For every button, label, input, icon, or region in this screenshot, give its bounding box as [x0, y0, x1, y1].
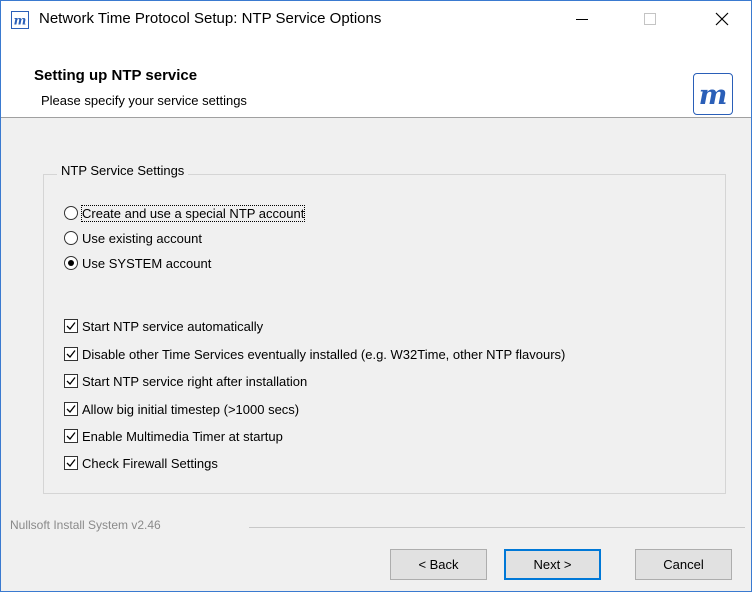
page-title: Setting up NTP service — [34, 67, 198, 84]
radio-label: Use existing account — [82, 230, 202, 246]
checkmark-icon — [66, 405, 76, 413]
checkbox-label: Start NTP service right after installati… — [82, 373, 308, 389]
checkbox[interactable] — [64, 402, 78, 416]
maximize-button — [627, 1, 673, 37]
checkmark-icon — [66, 377, 76, 385]
checkmark-icon — [66, 459, 76, 467]
svg-text:m: m — [14, 14, 27, 28]
checkbox[interactable] — [64, 456, 78, 470]
radio-existing-account[interactable]: Use existing account — [64, 228, 202, 248]
maximize-icon — [644, 13, 656, 25]
installer-brand: Nullsoft Install System v2.46 — [10, 518, 161, 532]
logo-icon: m — [693, 73, 733, 115]
group-legend: NTP Service Settings — [57, 163, 189, 178]
checkbox[interactable] — [64, 347, 78, 361]
radio-label: Use SYSTEM account — [82, 255, 212, 271]
radio-special-account[interactable]: Create and use a special NTP account — [64, 203, 306, 223]
checkmark-icon — [66, 322, 76, 330]
radio-button[interactable] — [64, 256, 78, 270]
svg-text:m: m — [699, 80, 728, 111]
check-big-timestep[interactable]: Allow big initial timestep (>1000 secs) — [64, 399, 299, 419]
window-title: Network Time Protocol Setup: NTP Service… — [39, 10, 382, 27]
checkbox[interactable] — [64, 374, 78, 388]
close-icon — [715, 12, 729, 26]
check-start-automatically[interactable]: Start NTP service automatically — [64, 316, 263, 336]
radio-label: Create and use a special NTP account — [80, 204, 306, 222]
checkmark-icon — [66, 350, 76, 358]
title-bar[interactable]: m Network Time Protocol Setup: NTP Servi… — [1, 1, 751, 37]
minimize-button[interactable] — [559, 1, 605, 37]
checkbox-label: Disable other Time Services eventually i… — [82, 346, 566, 362]
back-button[interactable]: < Back — [390, 549, 487, 580]
checkbox-label: Start NTP service automatically — [82, 318, 264, 334]
checkbox[interactable] — [64, 429, 78, 443]
check-firewall-settings[interactable]: Check Firewall Settings — [64, 453, 218, 473]
checkbox-label: Check Firewall Settings — [82, 455, 218, 471]
installer-window: m Network Time Protocol Setup: NTP Servi… — [0, 0, 752, 592]
footer-divider — [249, 527, 745, 528]
cancel-button[interactable]: Cancel — [635, 549, 732, 580]
page-header: Setting up NTP service Please specify yo… — [1, 37, 751, 118]
check-disable-other-services[interactable]: Disable other Time Services eventually i… — [64, 344, 565, 364]
next-button[interactable]: Next > — [504, 549, 601, 580]
radio-button[interactable] — [64, 206, 78, 220]
page-subtitle: Please specify your service settings — [41, 93, 247, 108]
checkbox-label: Enable Multimedia Timer at startup — [82, 428, 283, 444]
minimize-icon — [576, 19, 588, 20]
radio-button[interactable] — [64, 231, 78, 245]
close-button[interactable] — [699, 1, 745, 37]
checkbox-label: Allow big initial timestep (>1000 secs) — [82, 401, 300, 417]
checkmark-icon — [66, 432, 76, 440]
check-multimedia-timer[interactable]: Enable Multimedia Timer at startup — [64, 426, 283, 446]
radio-system-account[interactable]: Use SYSTEM account — [64, 253, 211, 273]
check-start-after-install[interactable]: Start NTP service right after installati… — [64, 371, 307, 391]
checkbox[interactable] — [64, 319, 78, 333]
app-icon: m — [11, 11, 29, 29]
